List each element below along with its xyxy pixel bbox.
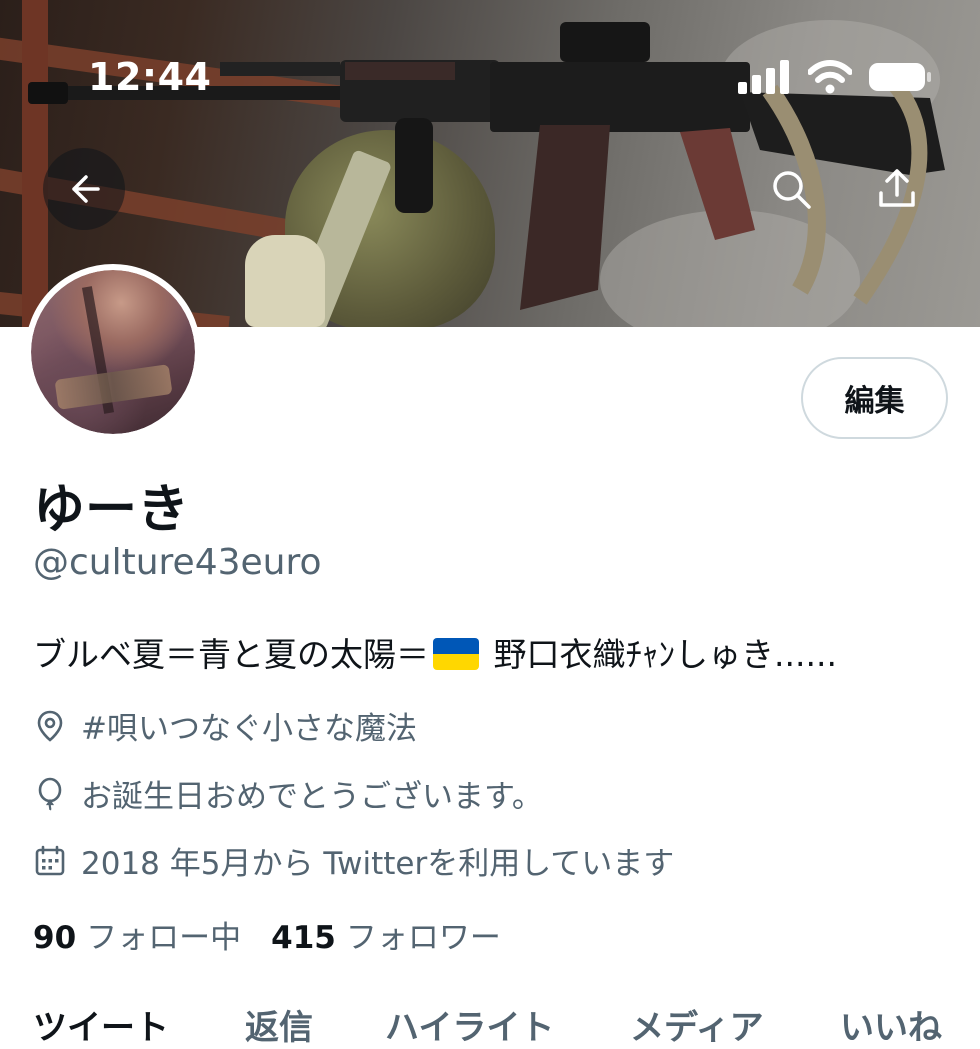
search-icon: [773, 171, 811, 209]
search-button[interactable]: [750, 148, 832, 230]
status-icons: [738, 60, 932, 94]
share-button[interactable]: [856, 148, 938, 230]
tab-highlights[interactable]: ハイライト: [385, 1000, 554, 1049]
display-name: ゆーき: [33, 480, 190, 540]
followers-count: 415: [271, 920, 336, 956]
status-time: 12:44: [88, 55, 212, 99]
birthday-text: お誕生日おめでとうございます。: [81, 779, 543, 815]
signal-icon: [738, 60, 789, 94]
followers-link[interactable]: 415 フォロワー: [271, 912, 501, 957]
user-handle: @culture43euro: [33, 542, 322, 583]
battery-icon: [869, 63, 931, 91]
arrow-left-icon: [72, 175, 100, 203]
bio-text: 野口衣織ﾁｬﾝしゅき......: [483, 635, 837, 674]
profile-birthday: お誕生日おめでとうございます。: [33, 771, 543, 816]
balloon-icon: [38, 777, 62, 810]
back-button[interactable]: [43, 148, 125, 230]
following-label: フォロー中: [86, 920, 242, 956]
ukraine-flag-icon: [433, 638, 479, 670]
profile-joined: 2018 年5月から Twitterを利用しています: [33, 838, 674, 883]
profile-bio: ブルベ夏＝青と夏の太陽＝ 野口衣織ﾁｬﾝしゅき......: [33, 628, 837, 676]
tab-tweets[interactable]: ツイート: [33, 1000, 169, 1049]
bio-text: ブルベ夏＝青と夏の太陽＝: [33, 635, 429, 674]
tab-replies[interactable]: 返信: [245, 1000, 313, 1049]
joined-text: 2018 年5月から Twitterを利用しています: [81, 846, 675, 882]
profile-tabs: ツイート 返信 ハイライト メディア いいね: [0, 1000, 980, 1048]
tab-media[interactable]: メディア: [630, 1000, 764, 1049]
location-pin-icon: [37, 710, 63, 742]
tab-likes[interactable]: いいね: [840, 1000, 942, 1049]
share-icon: [879, 169, 915, 207]
profile-avatar[interactable]: [25, 264, 201, 440]
calendar-icon: [35, 845, 65, 875]
following-count: 90: [33, 920, 77, 956]
wifi-icon: [808, 60, 852, 94]
follow-stats: 90 フォロー中 415 フォロワー: [33, 912, 501, 957]
avatar-image: [31, 270, 195, 434]
followers-label: フォロワー: [345, 920, 501, 956]
profile-location: #唄いつなぐ小さな魔法: [33, 703, 417, 748]
following-link[interactable]: 90 フォロー中: [33, 912, 241, 957]
location-text[interactable]: #唄いつなぐ小さな魔法: [81, 703, 417, 748]
edit-profile-button[interactable]: 編集: [801, 357, 948, 439]
